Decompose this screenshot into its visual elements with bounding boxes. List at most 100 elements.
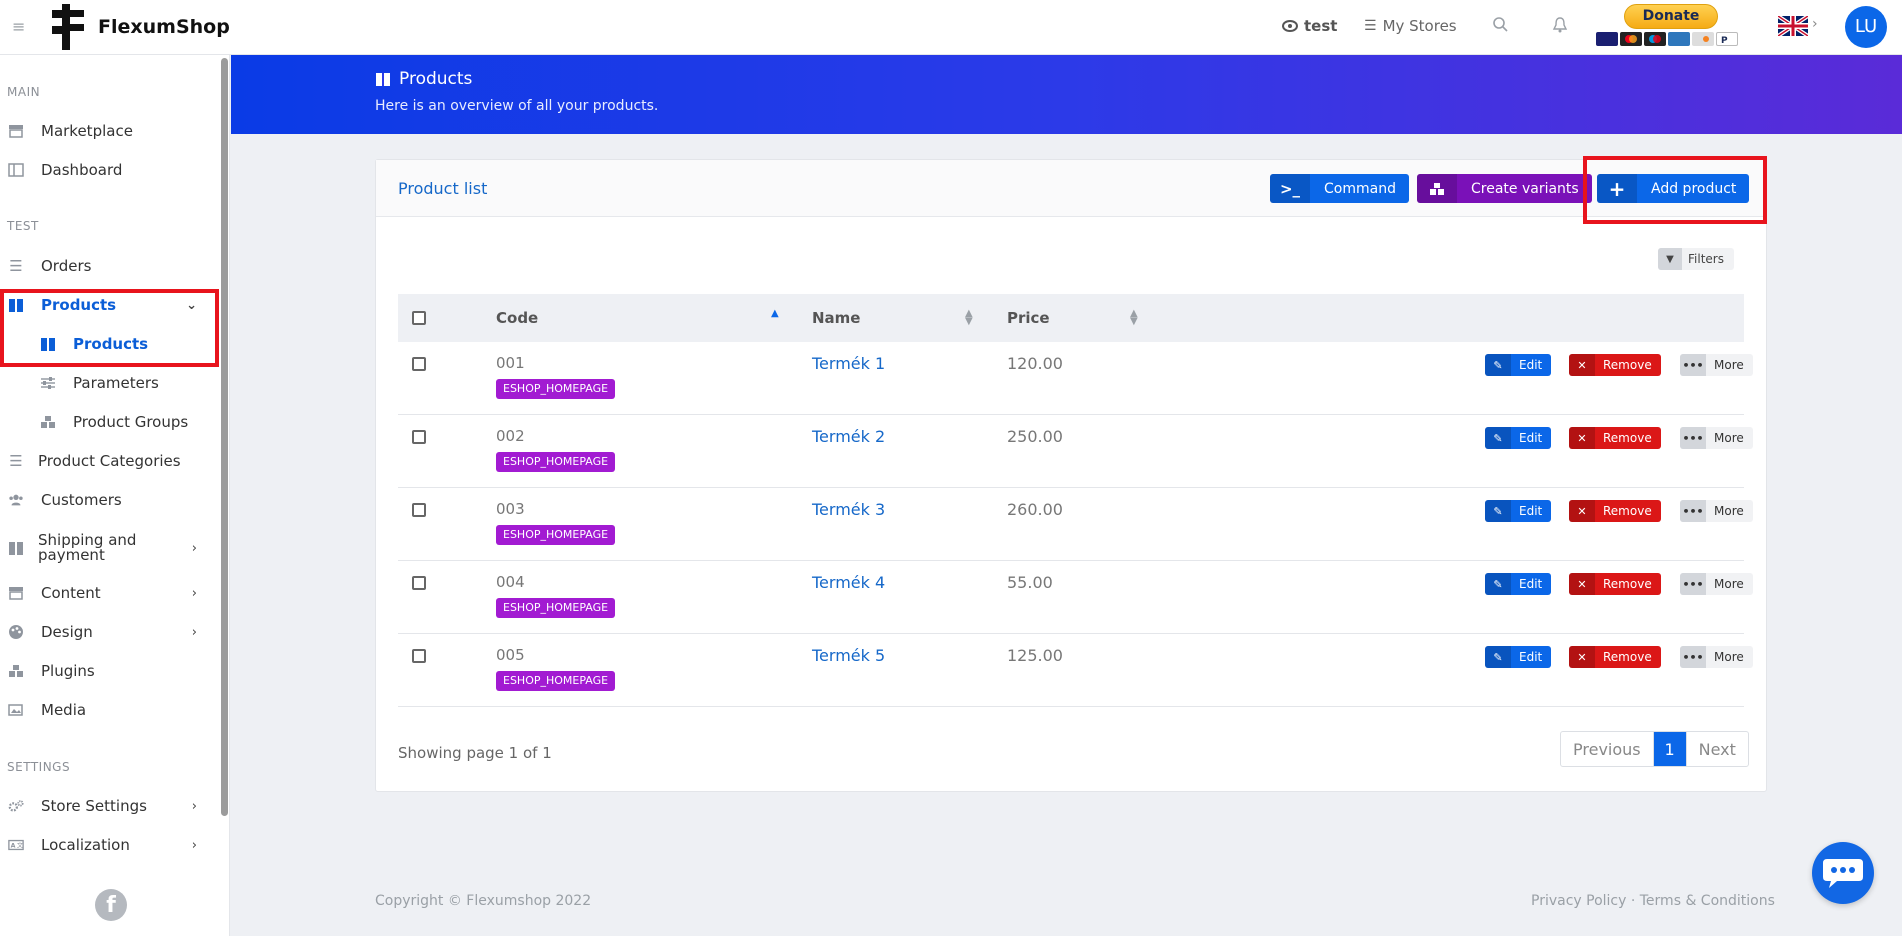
terminal-icon: >_ [1270,174,1310,203]
sidebar-item-customers[interactable]: Customers [0,490,212,510]
previous-page-button[interactable]: Previous [1561,732,1654,766]
chevron-right-icon: › [191,624,197,640]
panel-title: Product list [398,179,488,198]
sidebar-item-content[interactable]: Content › [0,583,212,603]
close-icon: ✕ [1569,354,1595,376]
amex-icon [1668,32,1690,46]
donate-widget[interactable]: Donate P [1596,4,1748,52]
product-name-link[interactable]: Termék 2 [812,427,885,446]
store-view-link[interactable]: test [1282,17,1337,35]
row-checkbox[interactable] [412,649,426,663]
sidebar-item-media[interactable]: Media [0,700,212,720]
next-page-button[interactable]: Next [1685,732,1748,766]
menu-icon[interactable]: ≡ [12,19,30,35]
page-banner [231,55,1902,134]
sliders-icon [40,375,56,391]
sort-icon[interactable]: ▲ ▼ [1130,309,1138,327]
sidebar-item-plugins[interactable]: Plugins [0,661,212,681]
sidebar-item-orders[interactable]: ☰ Orders [0,256,212,276]
edit-button[interactable]: ✎ Edit [1485,354,1552,376]
sidebar-item-label: Shipping and payment [38,533,136,563]
ellipsis-icon: ••• [1680,573,1706,595]
store-view-label: test [1304,17,1338,35]
sidebar-item-product-groups[interactable]: Product Groups [0,412,212,432]
remove-button[interactable]: ✕ Remove [1569,427,1661,449]
product-name-link[interactable]: Termék 4 [812,573,885,592]
search-icon[interactable] [1492,16,1510,34]
more-label: More [1714,431,1744,445]
product-price: 260.00 [1007,500,1063,519]
remove-label: Remove [1603,358,1652,372]
more-label: More [1714,577,1744,591]
tag-badge: ESHOP_HOMEPAGE [496,525,616,545]
logo[interactable]: FlexumShop [52,2,230,52]
box-icon [376,72,390,86]
more-button[interactable]: ••• More [1680,500,1753,522]
close-icon: ✕ [1569,427,1595,449]
row-checkbox[interactable] [412,430,426,444]
pagination: Previous 1 Next [1560,731,1749,767]
ellipsis-icon: ••• [1680,646,1706,668]
more-button[interactable]: ••• More [1680,646,1753,668]
more-label: More [1714,358,1744,372]
filters-button[interactable]: ▼ Filters [1658,248,1734,270]
column-code[interactable]: Code [496,309,538,327]
sidebar-item-products[interactable]: Products ⌄ [0,295,212,315]
sidebar-item-parameters[interactable]: Parameters [0,373,212,393]
select-all-checkbox[interactable] [412,311,426,325]
avatar[interactable]: LU [1845,6,1887,48]
product-name-link[interactable]: Termék 5 [812,646,885,665]
remove-button[interactable]: ✕ Remove [1569,500,1661,522]
facebook-icon[interactable]: f [95,889,127,921]
remove-button[interactable]: ✕ Remove [1569,646,1661,668]
product-price: 125.00 [1007,646,1063,665]
column-price[interactable]: Price [1007,309,1050,327]
sidebar-item-label: Product Categories [38,452,181,470]
command-button[interactable]: >_ Command [1270,174,1409,203]
my-stores-link[interactable]: ☰ My Stores [1364,17,1457,35]
more-label: More [1714,504,1744,518]
sort-asc-icon[interactable]: ▲ [771,309,779,319]
create-variants-button[interactable]: Create variants [1417,174,1592,203]
edit-label: Edit [1519,650,1543,664]
sidebar-item-marketplace[interactable]: Marketplace [0,121,212,141]
edit-label: Edit [1519,504,1543,518]
remove-button[interactable]: ✕ Remove [1569,573,1661,595]
donate-button[interactable]: Donate [1624,4,1718,29]
add-product-button[interactable]: + Add product [1597,174,1750,203]
sidebar-item-dashboard[interactable]: Dashboard [0,160,212,180]
sidebar-item-label: Products [73,335,149,353]
sidebar-item-design[interactable]: Design › [0,622,212,642]
page-1-button[interactable]: 1 [1653,732,1686,766]
column-name[interactable]: Name [812,309,860,327]
row-checkbox[interactable] [412,357,426,371]
section-test-label: TEST [7,219,39,233]
edit-button[interactable]: ✎ Edit [1485,573,1552,595]
sidebar-item-localization[interactable]: A文 Localization › [0,835,212,855]
footer-links[interactable]: Privacy Policy · Terms & Conditions [1531,893,1775,909]
row-checkbox[interactable] [412,503,426,517]
sidebar-item-product-categories[interactable]: ☰ Product Categories [0,451,212,471]
more-button[interactable]: ••• More [1680,427,1753,449]
product-name-link[interactable]: Termék 3 [812,500,885,519]
sidebar-scrollbar[interactable] [221,58,228,816]
sidebar-item-store-settings[interactable]: Store Settings › [0,796,212,816]
row-checkbox[interactable] [412,576,426,590]
sidebar-item-label: Dashboard [41,161,123,179]
bell-icon[interactable] [1551,16,1569,34]
sort-icon[interactable]: ▲ ▼ [965,309,973,327]
table-header: Code ▲ Name ▲ ▼ Price ▲ ▼ [398,294,1744,342]
dashboard-icon [8,162,24,178]
more-button[interactable]: ••• More [1680,354,1753,376]
chat-button[interactable] [1812,842,1874,904]
sidebar-item-shipping[interactable]: Shipping and payment › [0,532,212,564]
remove-button[interactable]: ✕ Remove [1569,354,1661,376]
product-name-link[interactable]: Termék 1 [812,354,885,373]
more-button[interactable]: ••• More [1680,573,1753,595]
edit-button[interactable]: ✎ Edit [1485,427,1552,449]
language-caret-icon[interactable]: › [1812,16,1818,32]
edit-button[interactable]: ✎ Edit [1485,500,1552,522]
edit-button[interactable]: ✎ Edit [1485,646,1552,668]
sidebar-item-products-sub[interactable]: Products [0,334,212,354]
uk-flag-icon[interactable] [1778,16,1808,36]
